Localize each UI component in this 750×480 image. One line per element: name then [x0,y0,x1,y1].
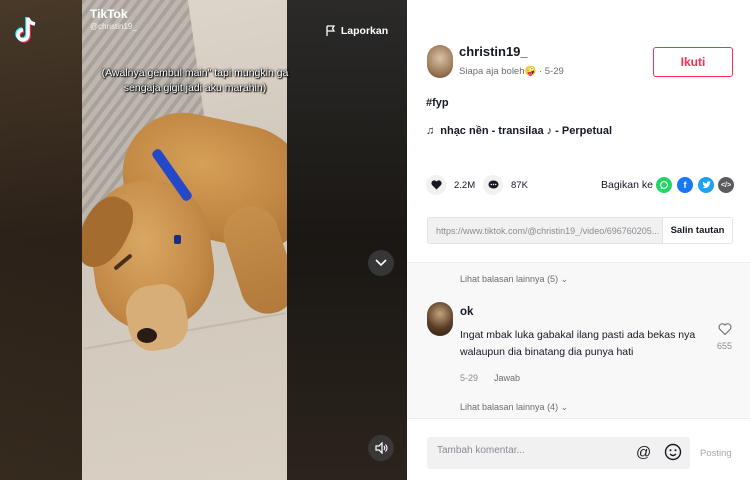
post-comment-button[interactable]: Posting [700,448,732,459]
dog-nose [137,328,157,343]
embed-icon[interactable]: </> [718,177,734,193]
report-button[interactable]: Laporkan [321,14,393,48]
author-username[interactable]: christin19_ [459,44,528,59]
post-hashtag[interactable]: #fyp [426,97,449,109]
comments-list[interactable]: Lihat balasan lainnya (5) ⌄ ok Ingat mba… [407,262,750,419]
twitter-icon[interactable] [698,177,714,193]
share-label: Bagikan ke [601,179,653,191]
comment-input[interactable] [437,445,627,456]
dog-tag [174,235,181,244]
view-more-replies-top[interactable]: Lihat balasan lainnya (5) ⌄ [460,274,568,285]
post-details-panel: christin19_ Siapa aja boleh🤪 · 5-29 Ikut… [407,0,750,480]
comment-stat[interactable]: 87K [483,175,528,195]
speaker-icon [374,442,388,454]
video-caption-overlay: (Awalnya gembul main" tapi mungkin ga se… [101,67,289,94]
comment-like-count: 655 [717,341,733,351]
author-subline: Siapa aja boleh🤪 · 5-29 [459,66,564,77]
emoji-icon[interactable] [664,443,682,461]
comment-icon[interactable] [483,175,503,195]
reply-button[interactable]: Jawab [494,373,520,383]
heart-icon[interactable] [426,175,446,195]
music-link[interactable]: ♫ nhạc nền - transilaa ♪ - Perpetual [426,125,612,137]
comment-count: 87K [511,179,528,191]
watermark-user: @christin19_ [90,22,137,31]
tiktok-logo-icon[interactable] [14,16,38,46]
video-watermark: TikTok @christin19_ [90,7,137,31]
copy-link-button[interactable]: Salin tautan [662,218,732,243]
chevron-down-icon: ⌄ [560,274,569,284]
commenter-name[interactable]: ok [460,306,473,318]
chevron-down-icon [375,259,387,267]
more-replies-label: Lihat balasan lainnya (5) [460,274,559,284]
commenter-avatar[interactable] [427,302,453,336]
chevron-down-icon: ⌄ [560,402,569,412]
comment-composer: @ [427,437,690,469]
follow-button[interactable]: Ikuti [653,47,733,77]
video-link-box: https://www.tiktok.com/@christin19_/vide… [427,217,733,244]
like-stat[interactable]: 2.2M [426,175,475,195]
next-video-button[interactable] [368,250,394,276]
mention-icon[interactable]: @ [636,444,651,461]
video-blur-left [0,0,82,480]
comment-date: 5-29 [460,373,479,383]
music-title: nhạc nền - transilaa ♪ - Perpetual [440,125,613,137]
volume-button[interactable] [368,435,394,461]
whatsapp-icon[interactable] [656,177,672,193]
watermark-app: TikTok [90,7,128,21]
like-count: 2.2M [454,179,476,191]
video-link-url[interactable]: https://www.tiktok.com/@christin19_/vide… [436,226,661,236]
author-avatar[interactable] [427,45,453,78]
video-blur-right [287,0,407,480]
report-label: Laporkan [340,25,389,37]
comment-heart-icon[interactable] [718,322,732,336]
comment-text: Ingat mbak luka gabakal ilang pasti ada … [460,329,696,358]
video-pane[interactable]: TikTok @christin19_ (Awalnya gembul main… [0,0,407,480]
music-note-icon: ♫ [426,125,435,137]
facebook-icon[interactable]: f [677,177,693,193]
view-more-replies-bottom[interactable]: Lihat balasan lainnya (4) ⌄ [460,402,568,413]
flag-icon [326,25,336,36]
more-replies-label: Lihat balasan lainnya (4) [460,402,559,412]
